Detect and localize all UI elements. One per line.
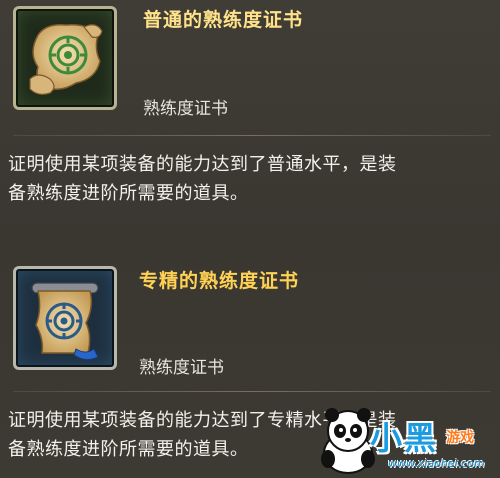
item-icon-frame[interactable] <box>13 266 117 370</box>
item-category: 熟练度证书 <box>139 358 224 378</box>
item-tooltip-page: 普通的熟练度证书 熟练度证书 证明使用某项装备的能力达到了普通水平，是装 备熟练… <box>0 0 500 478</box>
panda-logo-icon <box>321 408 375 474</box>
description-line: 备熟练度进阶所需要的道具。 <box>8 183 249 204</box>
divider <box>13 135 491 136</box>
item-description: 证明使用某项装备的能力达到了普通水平，是装 备熟练度进阶所需要的道具。 <box>8 150 496 208</box>
item-card-normal-certificate: 普通的熟练度证书 熟练度证书 证明使用某项装备的能力达到了普通水平，是装 备熟练… <box>0 0 500 240</box>
item-icon-frame[interactable] <box>13 6 117 110</box>
watermark-brand: 小黑 <box>370 419 439 457</box>
green-scroll-icon <box>29 23 103 95</box>
watermark-sub: 游戏 <box>446 430 474 446</box>
watermark: 小黑 游戏 www.xiaohei.com <box>318 405 500 478</box>
watermark-url: www.xiaohei.com <box>388 457 485 470</box>
item-category: 熟练度证书 <box>143 99 228 119</box>
item-title: 专精的熟练度证书 <box>139 270 300 292</box>
blue-scroll-icon <box>31 282 99 361</box>
description-line: 证明使用某项装备的能力达到了普通水平，是装 <box>8 154 397 175</box>
divider <box>13 391 491 392</box>
item-title: 普通的熟练度证书 <box>143 9 304 31</box>
